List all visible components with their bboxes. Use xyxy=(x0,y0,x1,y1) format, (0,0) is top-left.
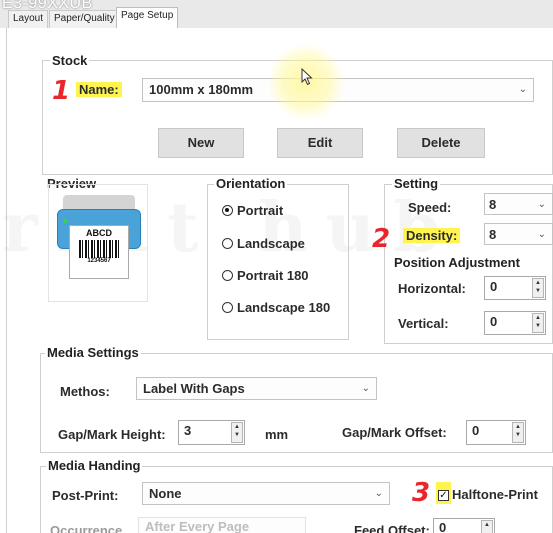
methos-select[interactable]: Label With Gaps ⌄ xyxy=(136,377,377,400)
gap-offset-value: 0 xyxy=(472,423,480,438)
stepper-arrows-icon[interactable]: ▲ ▼ xyxy=(231,422,243,443)
barcode-icon xyxy=(79,240,119,258)
radio-landscape-180-label: Landscape 180 xyxy=(237,300,331,315)
radio-selected-icon xyxy=(222,205,233,216)
chevron-down-icon: ⌄ xyxy=(537,199,546,210)
speed-label: Speed: xyxy=(408,200,452,215)
vertical-value: 0 xyxy=(490,314,498,329)
stock-name-label: Name: xyxy=(76,82,122,97)
radio-empty-icon xyxy=(222,302,233,313)
radio-portrait-180[interactable]: Portrait 180 xyxy=(222,268,309,283)
horizontal-label: Horizontal: xyxy=(398,281,466,296)
radio-landscape-label: Landscape xyxy=(237,236,305,251)
feed-offset-label: Feed Offset: xyxy=(354,523,430,533)
orientation-title: Orientation xyxy=(214,176,288,191)
delete-button[interactable]: Delete xyxy=(397,128,485,158)
chevron-down-icon: ⌄ xyxy=(361,383,370,394)
radio-landscape-180[interactable]: Landscape 180 xyxy=(222,300,330,315)
feed-offset-stepper[interactable]: 0 ▲ xyxy=(433,518,495,533)
gap-height-value: 3 xyxy=(184,423,192,438)
preview-barcode-number: 1234567 xyxy=(87,258,111,264)
stepper-arrows-icon[interactable]: ▲ xyxy=(481,520,493,533)
feed-offset-value: 0 xyxy=(439,520,447,533)
mouse-pointer-icon xyxy=(301,68,313,86)
stepper-arrows-icon[interactable]: ▲ ▼ xyxy=(532,278,544,298)
horizontal-value: 0 xyxy=(490,279,498,294)
chevron-down-icon: ⌄ xyxy=(374,488,383,499)
checkbox-checked-icon: ✓ xyxy=(438,490,449,501)
media-settings-title: Media Settings xyxy=(45,345,141,360)
gap-height-unit: mm xyxy=(265,427,289,442)
preview-label-text: ABCD xyxy=(86,228,112,238)
window-title: E3-99XXUB xyxy=(2,0,93,12)
tab-page-setup[interactable]: Page Setup xyxy=(116,7,179,29)
preview-label: ABCD 1234567 xyxy=(69,225,129,279)
vertical-stepper[interactable]: 0 ▲ ▼ xyxy=(484,311,546,335)
speed-value: 8 xyxy=(489,197,497,212)
density-label: Density: xyxy=(403,228,461,243)
gap-offset-label: Gap/Mark Offset: xyxy=(342,425,447,440)
radio-empty-icon xyxy=(222,238,233,249)
annotation-2: 2 xyxy=(372,224,391,254)
stepper-arrows-icon[interactable]: ▲ ▼ xyxy=(512,422,524,443)
radio-portrait[interactable]: Portrait xyxy=(222,203,283,218)
edit-button[interactable]: Edit xyxy=(277,128,363,158)
chevron-down-icon: ⌄ xyxy=(537,229,546,240)
setting-title: Setting xyxy=(392,176,441,191)
radio-landscape[interactable]: Landscape xyxy=(222,236,305,251)
media-handing-title: Media Handing xyxy=(46,458,143,473)
occurrence-label: Occurrence xyxy=(50,523,123,533)
radio-empty-icon xyxy=(222,270,233,281)
gap-height-label: Gap/Mark Height: xyxy=(58,427,166,442)
occurrence-value: After Every Page xyxy=(145,519,250,533)
vertical-label: Vertical: xyxy=(398,316,449,331)
stock-group-title: Stock xyxy=(50,53,90,68)
speed-select[interactable]: 8 ⌄ xyxy=(484,193,553,215)
density-value: 8 xyxy=(489,227,497,242)
density-select[interactable]: 8 ⌄ xyxy=(484,223,553,245)
methos-label: Methos: xyxy=(60,384,110,399)
status-led-icon xyxy=(63,219,67,223)
gap-height-stepper[interactable]: 3 ▲ ▼ xyxy=(178,420,245,445)
gap-offset-stepper[interactable]: 0 ▲ ▼ xyxy=(466,420,526,445)
new-button[interactable]: New xyxy=(158,128,244,158)
chevron-down-icon: ⌄ xyxy=(518,84,527,95)
stepper-arrows-icon[interactable]: ▲ ▼ xyxy=(532,313,544,333)
halftone-print-label: Halftone-Print xyxy=(452,487,538,502)
post-print-value: None xyxy=(149,486,182,501)
annotation-3: 3 xyxy=(412,478,431,508)
preview-box: ABCD 1234567 xyxy=(48,184,148,302)
position-adjustment-title: Position Adjustment xyxy=(392,255,522,270)
post-print-label: Post-Print: xyxy=(52,488,119,503)
occurrence-select[interactable]: After Every Page xyxy=(138,517,306,533)
horizontal-stepper[interactable]: 0 ▲ ▼ xyxy=(484,276,546,300)
radio-portrait-label: Portrait xyxy=(237,203,284,218)
stock-name-value: 100mm x 180mm xyxy=(149,82,254,97)
methos-value: Label With Gaps xyxy=(143,381,245,396)
post-print-select[interactable]: None ⌄ xyxy=(142,482,390,505)
halftone-print-checkbox[interactable]: ✓ xyxy=(436,482,451,504)
radio-portrait-180-label: Portrait 180 xyxy=(237,268,309,283)
annotation-1: 1 xyxy=(52,76,71,106)
